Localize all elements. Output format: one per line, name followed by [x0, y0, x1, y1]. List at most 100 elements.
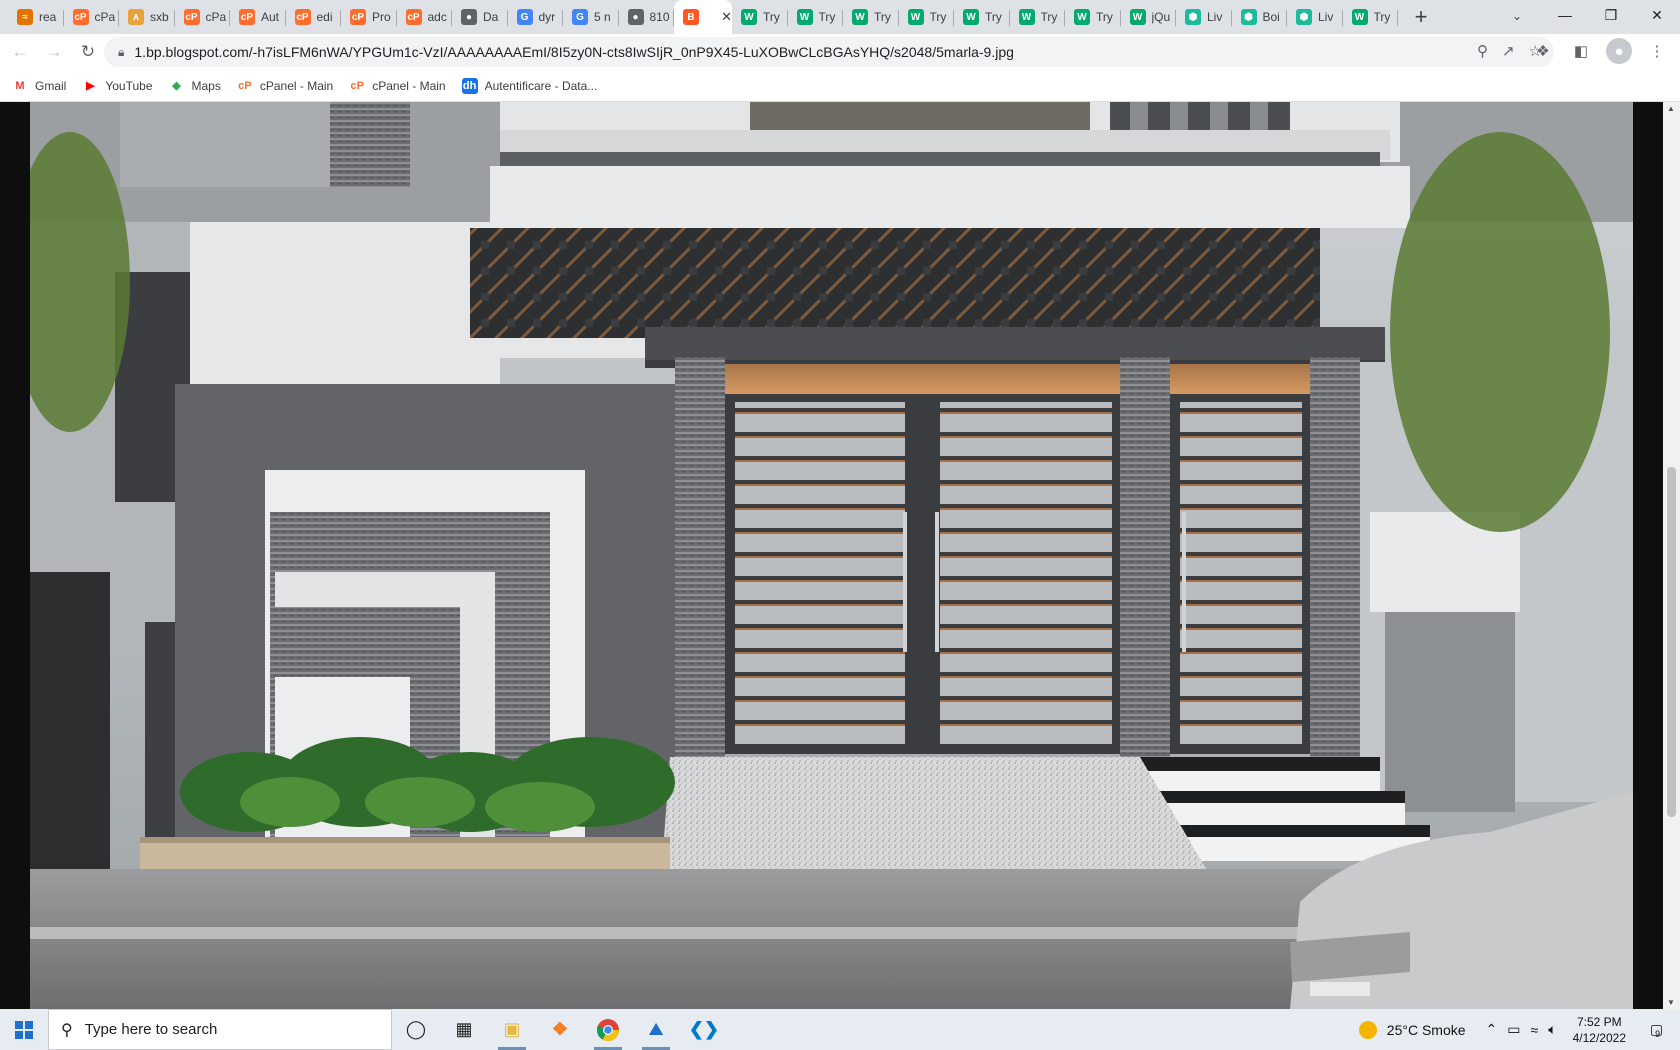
- bookmark-label: cPanel - Main: [259, 78, 334, 93]
- tab-title: Da: [483, 10, 499, 24]
- tab[interactable]: ⬢ Liv: [1176, 0, 1232, 34]
- tab[interactable]: W Try: [899, 0, 955, 34]
- google-icon: G: [572, 9, 588, 25]
- xampp-icon[interactable]: ❖: [536, 1009, 584, 1050]
- bookmark-item[interactable]: cP cPanel - Main: [349, 78, 445, 94]
- tab-title: rea: [39, 10, 57, 24]
- tab[interactable]: W Try: [1343, 0, 1399, 34]
- tab[interactable]: W Try: [788, 0, 844, 34]
- tab[interactable]: W Try: [1065, 0, 1121, 34]
- show-hidden-icons-chevron-icon[interactable]: ⌃: [1486, 1021, 1498, 1038]
- notification-center-button[interactable]: ▢ 9: [1640, 1015, 1670, 1045]
- chrome-icon[interactable]: [584, 1009, 632, 1050]
- tab[interactable]: ≈ rea: [8, 0, 64, 34]
- house-front-elevation-image: [30, 102, 1633, 1009]
- search-placeholder: Type here to search: [84, 1021, 218, 1038]
- zoom-icon[interactable]: ⚲: [1477, 42, 1488, 60]
- bookmark-item[interactable]: cP cPanel - Main: [237, 78, 333, 94]
- tab[interactable]: ⬢ Boi: [1232, 0, 1288, 34]
- youtube-icon: ▶: [86, 80, 95, 92]
- tab[interactable]: W Try: [732, 0, 788, 34]
- reload-button[interactable]: ↻: [74, 38, 102, 66]
- vscode-icon[interactable]: ❮❯: [680, 1009, 728, 1050]
- restore-button[interactable]: ❐: [1588, 0, 1634, 30]
- share-icon[interactable]: ↗: [1502, 42, 1515, 60]
- clock[interactable]: 7:52 PM 4/12/2022: [1573, 1014, 1626, 1046]
- tab-title: Liv: [1207, 10, 1223, 24]
- weather-text: 25°C Smoke: [1386, 1021, 1466, 1038]
- tab[interactable]: W Try: [1010, 0, 1066, 34]
- weather-widget[interactable]: 25°C Smoke: [1358, 1020, 1466, 1039]
- close-window-button[interactable]: ✕: [1634, 0, 1680, 30]
- search-icon: ⚲: [61, 1021, 73, 1039]
- tab-search-chevron-icon[interactable]: ⌄: [1505, 4, 1529, 28]
- tab-title: Try: [1040, 10, 1058, 24]
- bookmark-item[interactable]: ▶ YouTube: [82, 78, 152, 94]
- notification-count: 9: [1655, 1028, 1661, 1039]
- volume-icon[interactable]: 🔈︎: [1548, 1021, 1556, 1038]
- tab[interactable]: cP Aut: [230, 0, 286, 34]
- tab-title: sxb: [150, 10, 169, 24]
- file-explorer-icon[interactable]: ▣: [488, 1009, 536, 1050]
- forward-button[interactable]: →: [40, 38, 68, 66]
- tab[interactable]: G 5 n: [563, 0, 619, 34]
- w3schools-icon: W: [1129, 9, 1146, 25]
- tab[interactable]: cP cPa: [64, 0, 120, 34]
- flame-icon: ≈: [17, 9, 33, 25]
- clock-date: 4/12/2022: [1572, 1030, 1626, 1045]
- cpanel-icon: cP: [294, 9, 311, 25]
- tab-title: dyr: [538, 10, 556, 24]
- vertical-scrollbar[interactable]: ▲ ▼: [1663, 102, 1680, 1009]
- bookmark-item[interactable]: dh Autentificare - Data...: [461, 77, 597, 94]
- taskbar-search-box[interactable]: ⚲ Type here to search: [48, 1009, 392, 1050]
- extensions-puzzle-icon[interactable]: ❖: [1530, 38, 1556, 64]
- tab[interactable]: ⬢ Liv: [1287, 0, 1343, 34]
- tab-list: ≈ rea cP cPa ∧ sxb cP cPa cP Aut cP edi cP Pro cP adc ● D…: [0, 0, 1438, 34]
- tab[interactable]: cP edi: [286, 0, 342, 34]
- scroll-up-arrow-icon[interactable]: ▲: [1667, 104, 1675, 113]
- photos-app-icon[interactable]: ⛰: [632, 1009, 680, 1050]
- tab[interactable]: W Try: [843, 0, 899, 34]
- tab[interactable]: cP Pro: [341, 0, 397, 34]
- cpanel-icon: cP: [238, 79, 252, 92]
- tab[interactable]: ● 810: [619, 0, 675, 34]
- side-panel-icon[interactable]: ◧: [1568, 38, 1594, 64]
- meet-now-icon[interactable]: ▭: [1507, 1021, 1520, 1038]
- tab-active[interactable]: B ✕: [674, 0, 732, 34]
- hexagon-icon: ⬢: [1240, 9, 1257, 25]
- tab-title: cPa: [205, 10, 227, 24]
- minimize-button[interactable]: —: [1542, 0, 1588, 30]
- clock-time: 7:52 PM: [1576, 1014, 1622, 1029]
- tab[interactable]: Gdyr: [508, 0, 564, 34]
- scroll-down-arrow-icon[interactable]: ▼: [1667, 998, 1675, 1007]
- tab[interactable]: cP adc: [397, 0, 453, 34]
- bookmark-label: cPanel - Main: [372, 78, 446, 93]
- wifi-icon[interactable]: ≈: [1531, 1022, 1539, 1038]
- scrollbar-thumb[interactable]: [1667, 467, 1676, 817]
- menu-kebab-icon[interactable]: ⋮: [1644, 38, 1670, 64]
- bookmark-item[interactable]: M Gmail: [12, 78, 66, 94]
- tab-title: Try: [1096, 10, 1113, 24]
- chrome-logo-icon: [596, 1018, 619, 1041]
- tab[interactable]: WjQu: [1121, 0, 1177, 34]
- back-button[interactable]: ←: [6, 38, 34, 66]
- chart-icon: ∧: [128, 9, 144, 25]
- bookmark-item[interactable]: ◆ Maps: [169, 78, 221, 94]
- address-bar[interactable]: 🔒︎ 1.bp.blogspot.com/-h7isLFM6nWA/YPGUm1…: [104, 37, 1554, 67]
- tab[interactable]: ● Da: [452, 0, 508, 34]
- windows-start-button[interactable]: [0, 1009, 48, 1050]
- task-view-icon[interactable]: ▦: [440, 1009, 488, 1050]
- globe-icon: ●: [627, 9, 644, 25]
- tab[interactable]: ∧ sxb: [119, 0, 175, 34]
- cortana-icon[interactable]: ◯: [392, 1009, 440, 1050]
- new-tab-button[interactable]: +: [1404, 0, 1438, 34]
- tab[interactable]: cP cPa: [175, 0, 231, 34]
- tab-title: 5 n: [594, 10, 611, 24]
- url-text[interactable]: 1.bp.blogspot.com/-h7isLFM6nWA/YPGUm1c-V…: [134, 44, 1014, 60]
- profile-avatar[interactable]: ●: [1606, 38, 1632, 64]
- cpanel-icon: cP: [350, 9, 366, 25]
- lock-icon[interactable]: 🔒︎: [118, 45, 124, 60]
- tab-close-icon[interactable]: ✕: [721, 9, 732, 25]
- tab[interactable]: W Try: [954, 0, 1010, 34]
- system-tray: 25°C Smoke ⌃ ▭ ≈ 🔈︎ 7:52 PM 4/12/2022 ▢ …: [1358, 1009, 1680, 1050]
